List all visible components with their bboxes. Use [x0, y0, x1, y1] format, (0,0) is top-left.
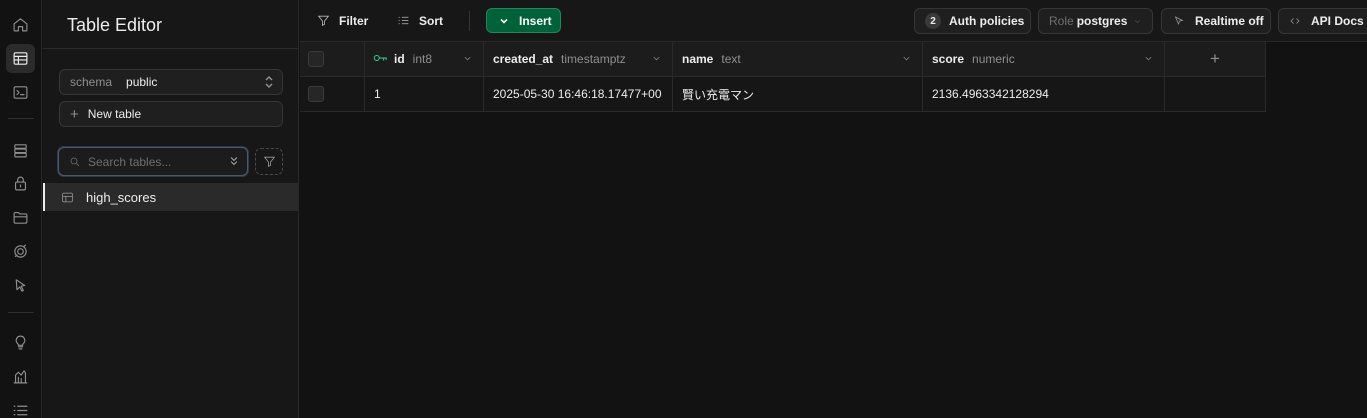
role-select[interactable]: Role postgres — [1038, 8, 1153, 34]
cell-value: 1 — [374, 87, 381, 101]
sidebar-item-high-scores[interactable]: high_scores — [43, 183, 299, 211]
filter-icon — [317, 15, 330, 27]
search-tables-field[interactable] — [58, 147, 248, 176]
realtime-icon[interactable] — [6, 237, 35, 266]
table-icon — [62, 192, 73, 202]
select-all-checkbox[interactable] — [308, 51, 324, 67]
chevrons-down-icon[interactable] — [227, 154, 241, 171]
column-name: name — [682, 52, 714, 66]
select-all-cell — [300, 42, 365, 77]
table-cell-created-at[interactable]: 2025-05-30 16:46:18.17477+00 — [484, 77, 673, 112]
search-tables-input[interactable] — [88, 154, 228, 169]
plus-icon: + — [1210, 49, 1220, 68]
realtime-label: Realtime off — [1195, 14, 1264, 28]
new-table-button[interactable]: + New table — [59, 101, 283, 127]
sort-icon — [398, 16, 409, 25]
plus-icon: + — [70, 105, 79, 123]
api-docs-button[interactable]: API Docs — [1278, 8, 1367, 34]
row-select-cell — [300, 77, 365, 112]
grid-toolbar: Filter Sort Insert 2 Auth policies Role … — [300, 0, 1367, 42]
column-type: numeric — [972, 52, 1015, 66]
schema-value: public — [126, 75, 158, 89]
role-value: postgres — [1076, 14, 1128, 28]
cell-value: 2025-05-30 16:46:18.17477+00 — [493, 87, 662, 101]
table-cell-id[interactable]: 1 — [365, 77, 484, 112]
insert-button[interactable]: Insert — [486, 8, 561, 33]
sidebar-divider — [43, 48, 299, 49]
storage-icon[interactable] — [6, 203, 35, 232]
column-header-id[interactable]: id int8 — [365, 42, 484, 77]
advisors-icon[interactable] — [6, 328, 35, 357]
logs-icon[interactable] — [6, 396, 35, 418]
database-icon[interactable] — [6, 136, 35, 165]
chevron-down-icon[interactable] — [651, 53, 662, 67]
cell-value: 賢い充電マン — [682, 87, 755, 102]
chevron-down-icon[interactable] — [901, 53, 912, 67]
sidebar-title: Table Editor — [67, 15, 163, 35]
auth-policies-button[interactable]: 2 Auth policies — [914, 8, 1031, 34]
table-cell-name[interactable]: 賢い充電マン — [673, 77, 923, 112]
search-icon — [70, 157, 80, 166]
insert-label: Insert — [519, 13, 552, 28]
table-editor-sidebar: Table Editor schema public + New table h… — [43, 0, 299, 418]
chevron-down-icon — [1135, 19, 1141, 23]
filter-icon — [263, 156, 275, 168]
home-icon[interactable] — [6, 10, 35, 39]
column-name: created_at — [493, 52, 554, 66]
nav-rail — [0, 0, 42, 418]
rail-divider — [8, 312, 34, 313]
api-docs-label: API Docs — [1311, 14, 1364, 28]
toolbar-divider — [469, 11, 470, 31]
filter-button[interactable]: Filter — [317, 8, 368, 33]
chevron-down-icon[interactable] — [1143, 53, 1154, 67]
column-header-created-at[interactable]: created_at timestamptz — [484, 42, 673, 77]
table-cell-empty — [1165, 77, 1266, 112]
add-column-button[interactable]: + — [1165, 42, 1266, 77]
sql-editor-icon[interactable] — [6, 78, 35, 107]
functions-icon[interactable] — [6, 271, 35, 300]
realtime-toggle-button[interactable]: Realtime off — [1161, 8, 1271, 34]
column-header-score[interactable]: score numeric — [923, 42, 1165, 77]
cell-value: 2136.4963342128294 — [932, 87, 1049, 101]
row-checkbox[interactable] — [308, 86, 324, 102]
rail-divider — [8, 118, 34, 119]
schema-label: schema — [70, 75, 113, 89]
filter-label: Filter — [339, 13, 369, 28]
column-type: int8 — [412, 52, 433, 66]
primary-key-icon — [365, 52, 388, 66]
chevron-down-icon — [500, 18, 508, 24]
auth-policies-label: Auth policies — [949, 14, 1025, 28]
table-cell-score[interactable]: 2136.4963342128294 — [923, 77, 1165, 112]
auth-policies-count: 2 — [925, 13, 941, 29]
column-type: timestamptz — [561, 52, 626, 66]
chevron-updown-icon — [263, 74, 275, 93]
role-label: Role — [1049, 14, 1074, 28]
new-table-label: New table — [87, 107, 142, 121]
table-editor-icon[interactable] — [6, 44, 35, 73]
column-name: id — [394, 52, 405, 66]
filter-tables-button[interactable] — [255, 148, 283, 175]
sort-button[interactable]: Sort — [397, 8, 443, 33]
column-header-name[interactable]: name text — [673, 42, 923, 77]
table-item-label: high_scores — [86, 189, 157, 205]
code-icon — [1290, 18, 1300, 24]
schema-select[interactable]: schema public — [59, 69, 283, 95]
auth-icon[interactable] — [6, 169, 35, 198]
reports-icon[interactable] — [6, 362, 35, 391]
sort-label: Sort — [419, 13, 443, 28]
chevron-down-icon[interactable] — [462, 53, 473, 67]
column-name: score — [932, 52, 965, 66]
pointer-icon — [1174, 16, 1184, 26]
column-type: text — [721, 52, 741, 66]
